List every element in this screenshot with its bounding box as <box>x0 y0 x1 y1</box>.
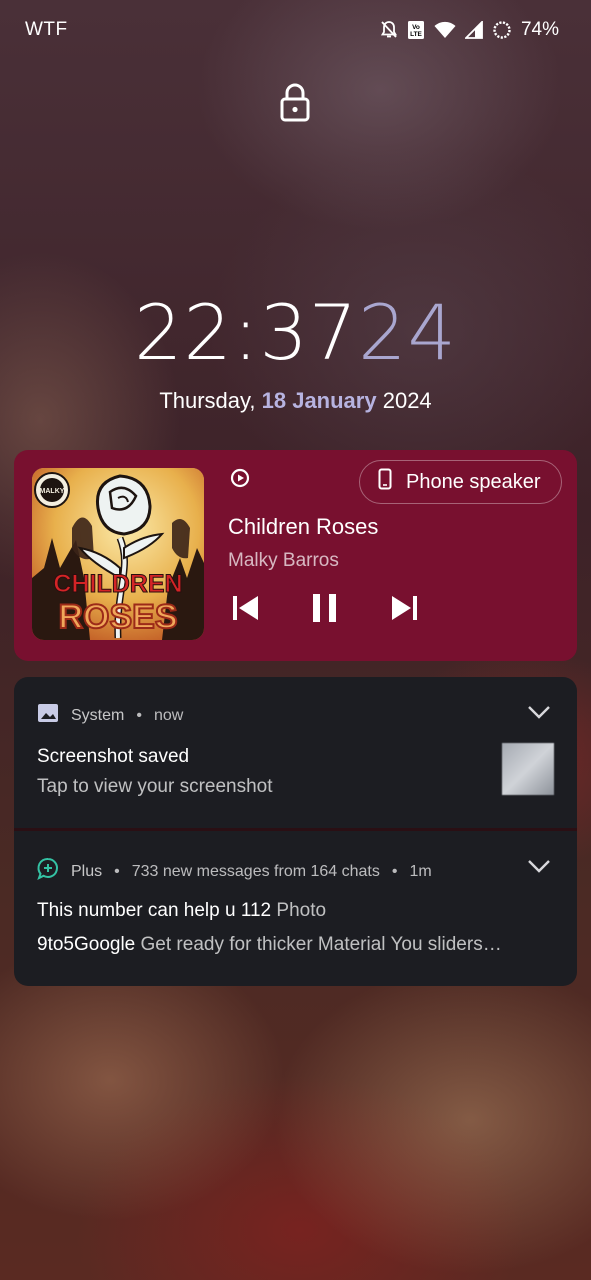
output-device-button[interactable]: Phone speaker <box>359 460 562 504</box>
message-sender: This number can help u 112 <box>37 900 272 921</box>
album-title-top: CHILDREN <box>53 570 182 598</box>
album-art: MALKY CHILDREN ROSES <box>32 468 204 640</box>
separator-dot: • <box>391 862 398 880</box>
bell-off-icon <box>380 20 398 40</box>
track-title: Children Roses <box>228 514 379 539</box>
output-device-label: Phone speaker <box>406 470 541 493</box>
date-weekday: Thursday, <box>159 388 256 413</box>
track-artist: Malky Barros <box>228 550 339 571</box>
message-line-2: 9to5Google Get ready for thicker Materia… <box>37 934 502 956</box>
lock-icon[interactable] <box>279 82 311 127</box>
notification-time: now <box>153 706 184 724</box>
chevron-down-icon[interactable] <box>527 705 551 724</box>
status-bar: WTF Vo LTE 74% <box>0 0 591 60</box>
lockscreen-date: Thursday, 18 January 2024 <box>0 388 591 414</box>
volte-icon: Vo LTE <box>407 20 425 40</box>
wifi-icon <box>434 21 456 39</box>
lockscreen-clock: 22:3724 <box>0 288 591 377</box>
phone-icon <box>378 468 392 496</box>
clock-seconds: 24 <box>358 288 457 377</box>
clock-hours-minutes: 22:37 <box>134 288 359 377</box>
message-preview: Get ready for thicker Material You slide… <box>140 934 502 955</box>
separator-dot: • <box>114 862 120 880</box>
notification-plus-messages[interactable]: Plus • 733 new messages from 164 chats •… <box>14 831 577 986</box>
battery-percent: 74% <box>520 19 559 40</box>
notification-header: Plus • 733 new messages from 164 chats •… <box>37 857 432 886</box>
next-track-button[interactable] <box>390 590 420 631</box>
notification-time: 1m <box>409 862 432 880</box>
message-preview: Photo <box>276 900 327 921</box>
notification-app-name: System <box>71 706 125 724</box>
notification-summary: 733 new messages from 164 chats <box>131 862 380 880</box>
notification-title: Screenshot saved <box>37 746 190 767</box>
plus-messenger-icon <box>37 857 59 886</box>
previous-track-button[interactable] <box>230 590 260 631</box>
status-icons: Vo LTE 74% <box>380 19 559 41</box>
date-day-month: 18 January <box>261 388 377 413</box>
date-year: 2024 <box>382 388 432 413</box>
battery-saver-ring-icon <box>492 20 512 40</box>
notification-screenshot[interactable]: System • now Screenshot saved Tap to vie… <box>14 677 577 828</box>
pause-button[interactable] <box>310 590 340 631</box>
notification-header: System • now <box>37 703 183 728</box>
notification-app-name: Plus <box>71 862 103 880</box>
album-title-bottom: ROSES <box>58 598 177 636</box>
media-player-card[interactable]: MALKY CHILDREN ROSES Phone speaker Child… <box>14 450 577 661</box>
separator-dot: • <box>136 706 142 724</box>
svg-text:LTE: LTE <box>410 31 422 38</box>
media-app-icon <box>230 468 250 493</box>
screenshot-thumbnail[interactable] <box>502 743 554 795</box>
album-logo-text: MALKY <box>40 488 65 495</box>
signal-icon <box>464 21 483 39</box>
chevron-down-icon[interactable] <box>527 859 551 878</box>
message-line-1: This number can help u 112 Photo <box>37 900 326 922</box>
message-sender: 9to5Google <box>37 934 136 955</box>
image-icon <box>37 703 59 728</box>
svg-text:Vo: Vo <box>412 24 420 31</box>
carrier-name: WTF <box>25 19 68 40</box>
notification-text: Tap to view your screenshot <box>37 776 273 797</box>
